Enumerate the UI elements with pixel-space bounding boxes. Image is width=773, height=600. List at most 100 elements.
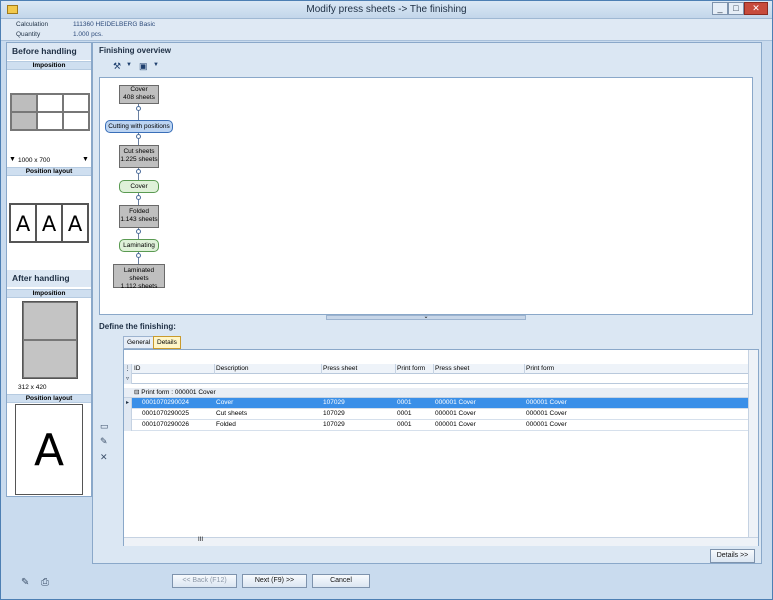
handling-panel: Before handling Imposition ▼ 1000 x 700 … [6,42,92,497]
cell-print-form: 0001 [397,410,412,417]
cell-id: 0001070290026 [142,421,189,428]
imposition-cell [37,94,63,112]
chevron-down-icon[interactable]: ▼ [126,62,132,68]
cell-id: 0001070290024 [142,399,189,406]
row-indicator [124,409,132,420]
finishing-diagram: Cover 408 sheets Cutting with positions … [99,77,753,315]
node-cutting[interactable]: Cutting with positions [105,120,173,133]
node-cut-sheets[interactable]: Cut sheets 1.225 sheets [119,145,159,168]
finishing-overview-title: Finishing overview [99,46,172,55]
node-cover[interactable]: Cover 408 sheets [119,85,159,104]
after-imposition-preview [22,301,78,379]
rotate-left-icon[interactable]: ▼ [9,156,16,163]
node-count: 1.225 sheets [120,156,158,163]
tab-general[interactable]: General [123,336,155,349]
position-letter: A [10,204,36,242]
node-label: Cut sheets [123,148,155,155]
table-row[interactable]: 0001070290025 Cut sheets 107029 0001 000… [124,409,758,420]
minimize-button[interactable]: _ [712,2,728,15]
before-size: 1000 x 700 [18,157,51,164]
details-button[interactable]: Details >> [710,549,755,563]
dropdown-arrow-icon[interactable]: ▼ [82,156,89,163]
connector-icon [136,253,141,258]
imposition-cell [63,94,89,112]
node-cover-step[interactable]: Cover [119,180,159,193]
calculation-label: Calculation [16,21,49,28]
col-press-sheet[interactable]: Press sheet [321,364,395,374]
connector-icon [136,106,141,111]
quantity-label: Quantity [16,31,41,38]
node-count: 1.112 sheets [120,283,158,290]
cell-print-form: 0001 [397,399,412,406]
info-bar: Calculation 111360 HEIDELBERG Basic Quan… [1,19,772,41]
imposition-cell [11,94,37,112]
application-window: Modify press sheets -> The finishing _ □… [0,0,773,600]
vertical-scrollbar[interactable] [748,350,758,537]
filter-row[interactable]: ▿ [124,374,758,384]
chevron-down-icon[interactable]: ▼ [153,62,159,68]
tools-icon[interactable]: ⚒ [113,61,121,72]
cell-press-sheet: 107029 [323,421,345,428]
filter-icon: ▿ [124,374,132,384]
group-text: Print form : 000001 Cover [141,389,216,396]
col-press-sheet-2[interactable]: Press sheet [433,364,524,374]
panel-splitter[interactable]: ⌄ [326,314,526,320]
after-position-layout-label: Position layout [7,394,91,403]
cell-press-sheet-2: 000001 Cover [435,410,476,417]
node-laminating[interactable]: Laminating [119,239,159,252]
cell-print-form-2: 000001 Cover [526,399,567,406]
add-icon[interactable]: ▭ [100,421,109,432]
col-print-form-2[interactable]: Print form [524,364,634,374]
cell-id: 0001070290025 [142,410,189,417]
imposition-cell [23,302,77,340]
before-handling-title: Before handling [7,43,91,60]
cell-print-form-2: 000001 Cover [526,410,567,417]
after-handling-title: After handling [7,270,91,287]
window-title: Modify press sheets -> The finishing [306,4,467,15]
imposition-cell [63,112,89,130]
node-label: Folded [129,208,149,215]
position-letter: A [62,204,88,242]
title-bar: Modify press sheets -> The finishing _ □… [1,1,772,19]
next-button[interactable]: Next (F9) >> [242,574,307,588]
quantity-value: 1.000 pcs. [73,31,103,38]
after-size: 312 x 420 [18,384,47,391]
node-folded[interactable]: Folded 1.143 sheets [119,205,159,228]
node-laminated-sheets[interactable]: Laminated sheets 1.112 sheets [113,264,165,290]
connector-icon [136,229,141,234]
table-row[interactable]: 0001070290026 Folded 107029 0001 000001 … [124,420,758,431]
col-id[interactable]: ID [132,364,214,374]
cell-press-sheet-2: 000001 Cover [435,399,476,406]
tab-details[interactable]: Details [153,336,181,349]
horizontal-scrollbar[interactable]: III [124,537,758,546]
calculation-value: 111360 HEIDELBERG Basic [73,21,156,28]
col-description[interactable]: Description [214,364,321,374]
col-print-form[interactable]: Print form [395,364,433,374]
row-indicator: ▸ [124,398,132,409]
node-label: Laminated sheets [123,267,155,282]
imposition-cell [11,112,37,130]
cell-press-sheet: 107029 [323,399,345,406]
imposition-cell [37,112,63,130]
header-row-indicator: ⋮ [124,364,132,374]
main-panel: Finishing overview ⚒ ▼ ▣ ▼ Cover 408 she… [92,42,762,564]
before-position-preview: A A A [9,203,89,243]
back-button[interactable]: << Back (F12) [172,574,237,588]
notes-icon[interactable]: ✎ [21,577,29,588]
after-imposition-label: Imposition [7,289,91,298]
row-indicator [124,420,132,431]
position-letter: A [36,204,62,242]
cell-description: Cover [216,399,234,406]
cell-print-form-2: 000001 Cover [526,421,567,428]
node-count: 1.143 sheets [120,216,158,223]
print-icon[interactable]: ⎙ [41,577,49,588]
maximize-button[interactable]: □ [728,2,744,15]
cancel-button[interactable]: Cancel [312,574,370,588]
close-button[interactable]: ✕ [744,2,768,15]
edit-icon[interactable]: ✎ [100,436,108,447]
group-row[interactable]: ⊟ Print form : 000001 Cover [124,388,758,398]
delete-icon[interactable]: ✕ [100,452,108,463]
layout-icon[interactable]: ▣ [139,61,148,72]
scroll-thumb-icon[interactable]: III [198,537,203,543]
table-row[interactable]: ▸ 0001070290024 Cover 107029 0001 000001… [124,398,758,409]
